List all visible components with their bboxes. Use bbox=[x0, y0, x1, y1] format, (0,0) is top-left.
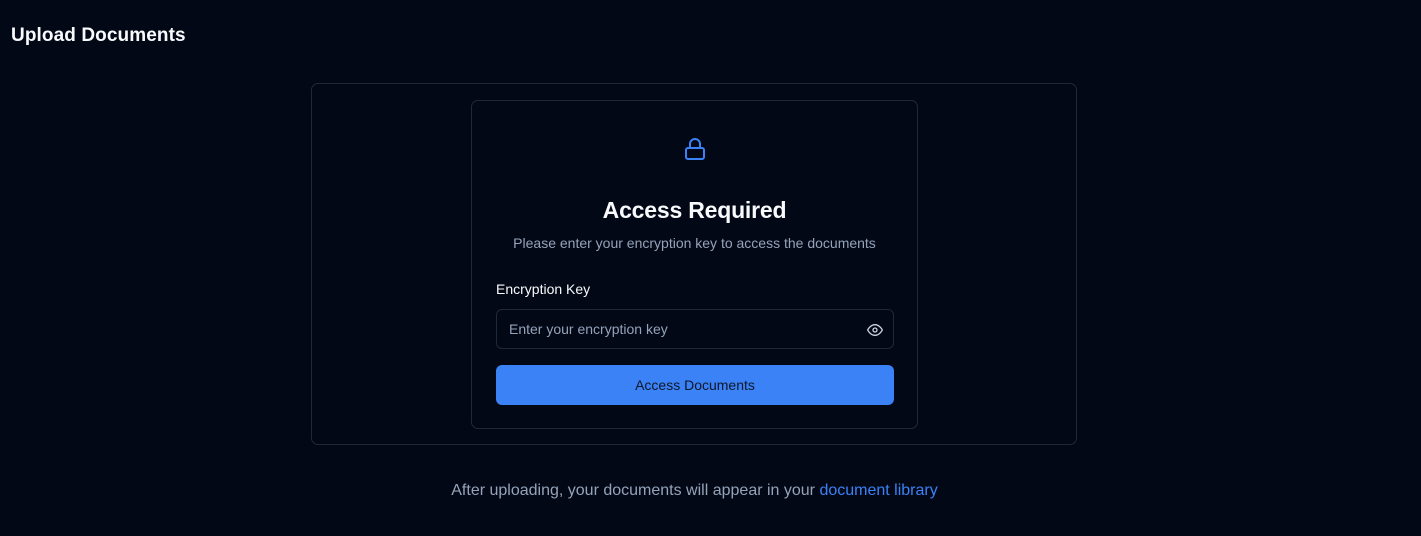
access-documents-button[interactable]: Access Documents bbox=[496, 365, 894, 405]
access-subtext: Please enter your encryption key to acce… bbox=[513, 235, 876, 251]
encryption-key-input[interactable] bbox=[497, 310, 849, 348]
eye-icon[interactable] bbox=[867, 322, 883, 338]
encryption-key-label: Encryption Key bbox=[496, 281, 591, 297]
lock-icon bbox=[685, 138, 705, 160]
access-heading: Access Required bbox=[602, 197, 787, 223]
encryption-key-field bbox=[496, 309, 894, 349]
page-title: Upload Documents bbox=[11, 25, 186, 46]
footer-note: After uploading, your documents will app… bbox=[0, 482, 1389, 500]
document-library-link[interactable]: document library bbox=[819, 482, 937, 499]
footer-text: After uploading, your documents will app… bbox=[451, 482, 820, 499]
